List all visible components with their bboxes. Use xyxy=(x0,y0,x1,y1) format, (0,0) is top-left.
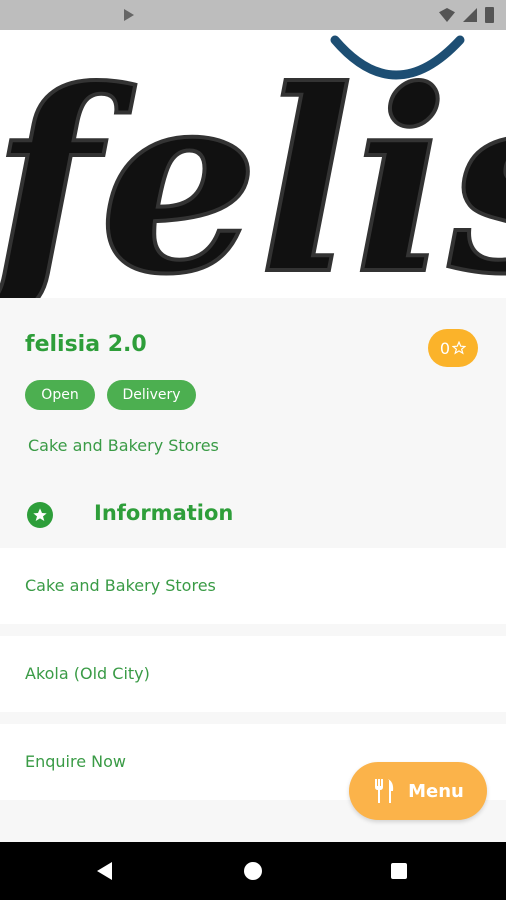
info-row-category[interactable]: Cake and Bakery Stores xyxy=(0,548,506,624)
play-store-icon xyxy=(124,9,134,21)
info-row-label: Akola (Old City) xyxy=(25,664,150,683)
fork-knife-icon xyxy=(375,779,394,803)
info-row-label: Cake and Bakery Stores xyxy=(25,576,216,595)
hero-banner: felisia xyxy=(0,0,506,298)
svg-text:felisia: felisia xyxy=(0,35,506,298)
delivery-badge: Delivery xyxy=(107,380,196,410)
nav-home-icon[interactable] xyxy=(244,862,262,880)
signal-icon xyxy=(463,8,477,22)
wifi-icon xyxy=(439,8,455,22)
menu-button-label: Menu xyxy=(408,780,464,802)
rating-value: 0 xyxy=(439,338,451,358)
star-outline-icon xyxy=(452,341,467,355)
nav-back-icon[interactable] xyxy=(97,862,112,880)
info-row-location[interactable]: Akola (Old City) xyxy=(0,636,506,712)
info-row-label: Enquire Now xyxy=(25,752,126,771)
android-nav-bar xyxy=(0,842,506,900)
menu-button[interactable]: Menu xyxy=(349,762,487,820)
back-arrow-icon[interactable] xyxy=(24,56,42,74)
rating-badge[interactable]: 0 xyxy=(428,329,478,367)
battery-icon xyxy=(485,7,494,23)
nav-recents-icon[interactable] xyxy=(391,863,407,879)
open-badge: Open xyxy=(25,380,95,410)
felisia-logo: felisia xyxy=(0,33,506,298)
information-heading: Information xyxy=(94,501,234,525)
star-circle-icon xyxy=(27,502,53,528)
status-bar xyxy=(0,0,506,30)
store-name: felisia 2.0 xyxy=(25,332,147,357)
store-category: Cake and Bakery Stores xyxy=(28,436,219,455)
